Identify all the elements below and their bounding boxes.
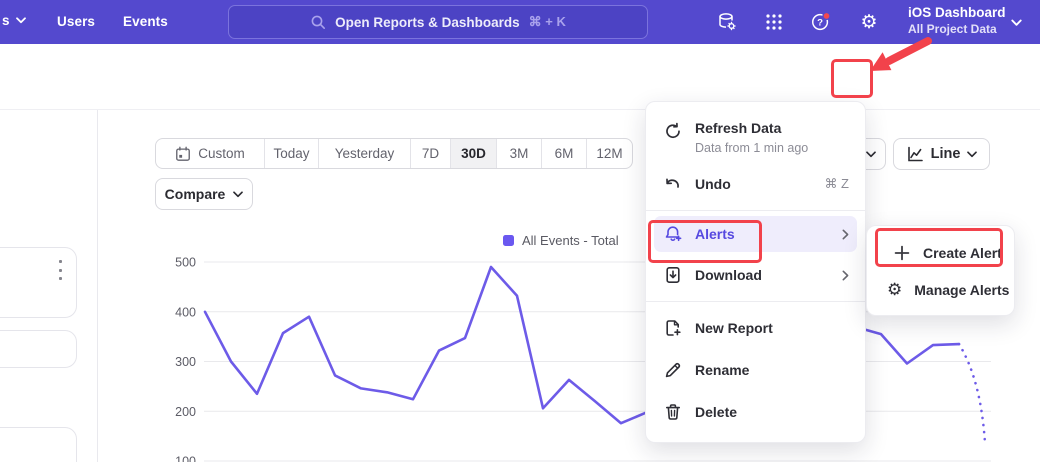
svg-text:300: 300 [175,355,196,369]
chevron-down-icon [233,191,243,198]
chevron-down-icon [16,17,26,24]
query-card[interactable] [0,427,77,462]
settings-icon: ⚙ [860,13,877,32]
apps-grid-icon [764,12,784,32]
menu-item-delete[interactable]: Delete [646,391,865,433]
more-options-menu: Refresh Data Data from 1 min ago Undo ⌘ … [645,101,866,443]
menu-item-undo[interactable]: Undo ⌘ Z [646,163,865,205]
help-icon: ? [810,10,832,34]
project-selector[interactable]: iOS Dashboard All Project Data [908,4,1008,37]
menu-label: Delete [695,404,737,420]
pencil-icon [664,361,682,379]
menu-label: Refresh Data [695,120,781,136]
nav-item-users[interactable]: Users [57,14,95,29]
menu-item-download[interactable]: Download [646,254,865,296]
svg-text:400: 400 [175,305,196,319]
report-header [0,44,1040,110]
kebab-menu-icon[interactable] [54,260,66,280]
search-shortcut: ⌘ + K [529,14,566,30]
menu-sublabel: Data from 1 min ago [695,141,808,155]
search-placeholder: Open Reports & Dashboards [335,15,520,30]
chart-type-button[interactable]: Line [893,138,990,170]
download-icon [664,266,682,284]
date-range-custom[interactable]: Custom [156,139,264,168]
menu-divider [646,301,865,302]
chevron-down-icon [866,151,876,158]
top-nav-bar: s Users Events Open Reports & Dashboards… [0,0,1040,44]
submenu-label: Create Alert [923,245,1002,261]
submenu-label: Manage Alerts [914,282,1009,298]
menu-item-alerts[interactable]: Alerts [654,216,857,252]
svg-text:500: 500 [175,256,196,270]
date-range-label: Custom [198,146,245,161]
search-icon [310,14,326,30]
bell-plus-icon [664,225,682,243]
undo-icon [664,175,682,193]
menu-label: New Report [695,320,773,336]
menu-label: Undo [695,176,731,192]
refresh-icon [664,122,682,140]
menu-divider [646,210,865,211]
search-input[interactable]: Open Reports & Dashboards ⌘ + K [228,5,648,39]
chart-type-label: Line [931,146,961,162]
nav-overflow-label: s [2,13,10,28]
date-range-12m[interactable]: 12M [586,139,632,168]
svg-text:100: 100 [175,455,196,462]
date-range-7d[interactable]: 7D [410,139,450,168]
compare-button[interactable]: Compare [155,178,253,210]
shortcut-hint: ⌘ Z [824,176,849,192]
alerts-submenu: Create Alert ⚙ Manage Alerts [866,225,1015,316]
plus-icon [893,244,911,262]
data-management-button[interactable] [716,11,738,33]
svg-text:200: 200 [175,405,196,419]
date-range-today[interactable]: Today [264,139,318,168]
menu-item-refresh-data[interactable]: Refresh Data Data from 1 min ago [646,111,865,163]
settings-button[interactable]: ⚙ [858,11,880,33]
menu-item-new-report[interactable]: New Report [646,307,865,349]
project-scope: All Project Data [908,22,1008,37]
date-range-control: Custom Today Yesterday 7D 30D 3M 6M 12M [155,138,633,169]
query-card[interactable] [0,330,77,368]
chevron-down-icon[interactable] [1011,19,1022,27]
new-report-icon [664,319,682,337]
chevron-down-icon [967,151,977,158]
submenu-item-manage-alerts[interactable]: ⚙ Manage Alerts [867,271,1014,308]
data-icon [716,11,738,33]
calendar-icon [175,146,191,162]
nav-item-truncated[interactable]: s [2,13,26,28]
query-card[interactable] [0,247,77,318]
apps-menu-button[interactable] [763,11,785,33]
compare-label: Compare [165,186,226,202]
date-range-6m[interactable]: 6M [541,139,586,168]
nav-item-events[interactable]: Events [123,14,168,29]
date-range-yesterday[interactable]: Yesterday [318,139,410,168]
chevron-right-icon [842,270,849,281]
date-range-3m[interactable]: 3M [496,139,541,168]
menu-label: Alerts [695,226,735,242]
gear-icon: ⚙ [887,281,902,299]
project-name: iOS Dashboard [908,4,1008,22]
menu-label: Rename [695,362,749,378]
help-button[interactable]: ? [810,11,832,33]
submenu-item-create-alert[interactable]: Create Alert [867,234,1014,271]
date-range-30d[interactable]: 30D [450,139,496,168]
line-chart-icon [906,145,924,163]
menu-label: Download [695,267,762,283]
svg-text:?: ? [817,18,823,29]
chevron-right-icon [842,229,849,240]
app-window: s Users Events Open Reports & Dashboards… [0,0,1040,462]
trash-icon [664,403,682,421]
menu-item-rename[interactable]: Rename [646,349,865,391]
